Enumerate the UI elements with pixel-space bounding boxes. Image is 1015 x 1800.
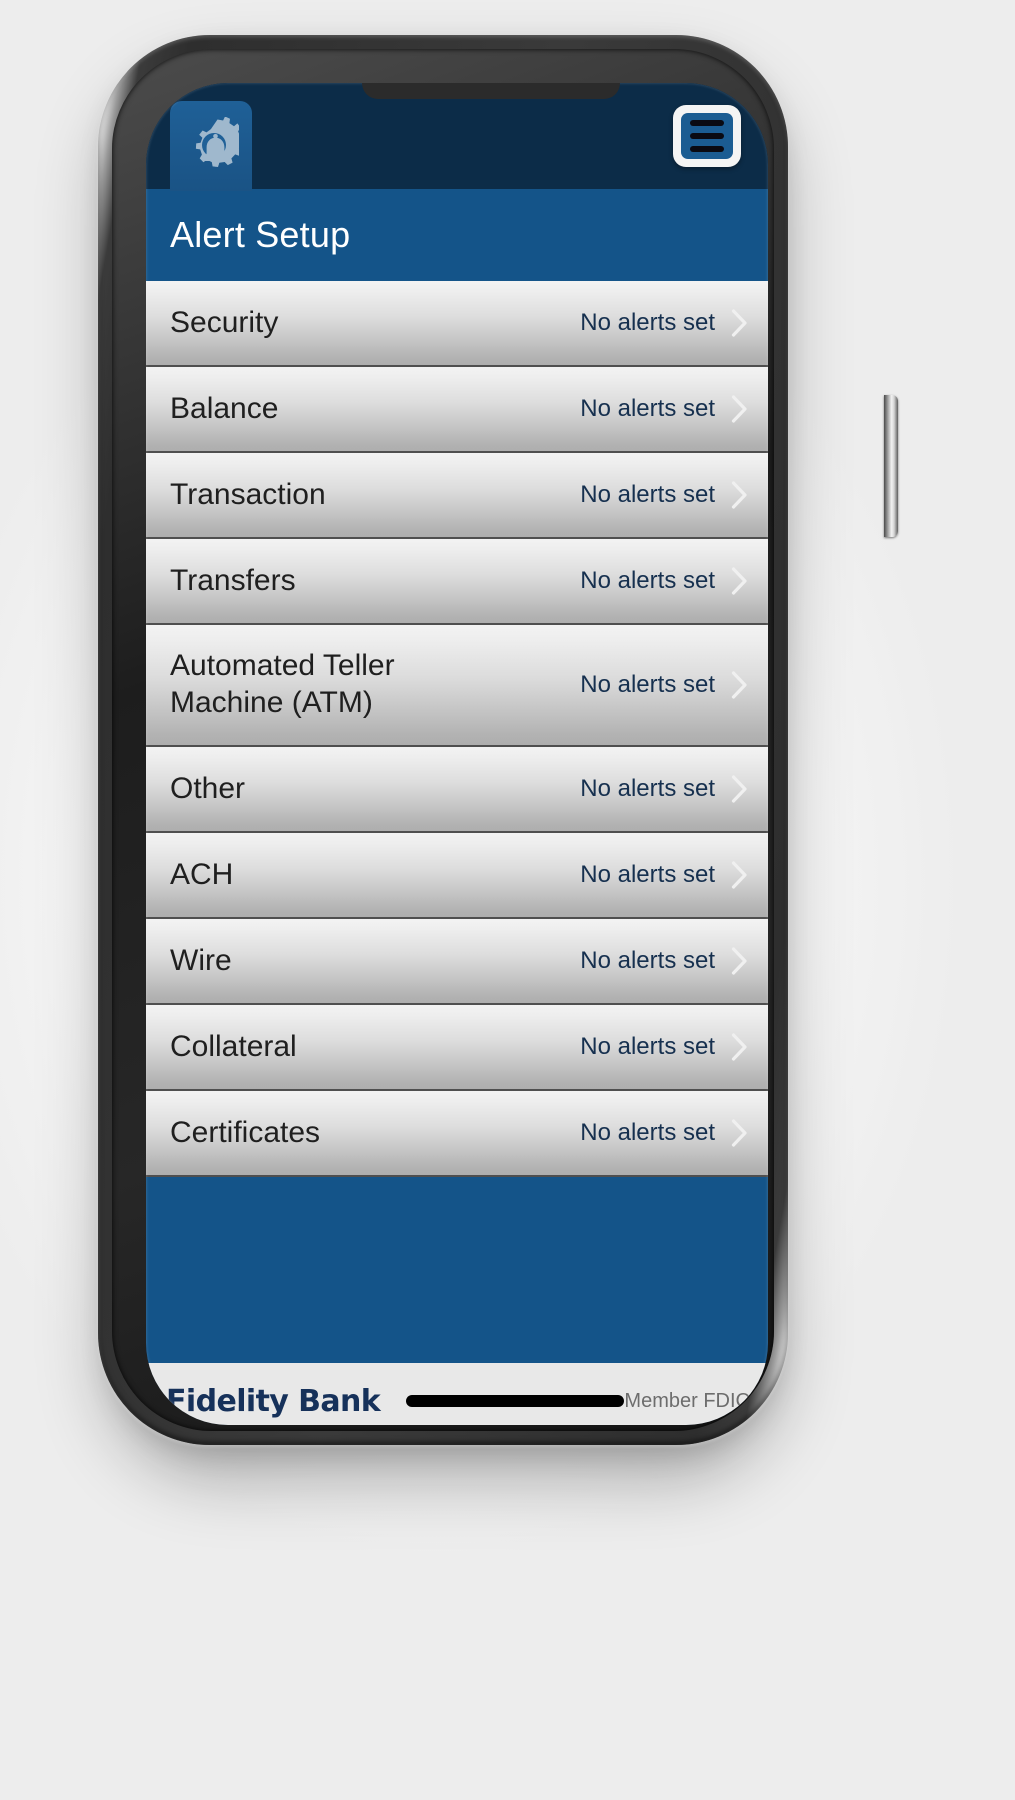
- page-title: Alert Setup: [170, 214, 351, 255]
- chevron-right-icon: [731, 671, 748, 699]
- phone-bezel: Alert Setup Security No alerts set Balance…: [112, 49, 774, 1431]
- alert-row-right: No alerts set: [580, 309, 748, 337]
- alert-row-right: No alerts set: [580, 1119, 748, 1147]
- alert-row-status: No alerts set: [580, 1119, 715, 1146]
- chevron-right-icon: [731, 567, 748, 595]
- chevron-right-icon: [731, 775, 748, 803]
- alert-row-wire[interactable]: Wire No alerts set: [146, 919, 768, 1005]
- menu-bar-1: [690, 120, 724, 126]
- alert-row-label: Certificates: [170, 1115, 321, 1149]
- alert-row-right: No alerts set: [580, 947, 748, 975]
- alert-row-ach[interactable]: ACH No alerts set: [146, 833, 768, 919]
- alert-row-transfers[interactable]: Transfers No alerts set: [146, 539, 768, 625]
- blue-filler-area: [146, 1177, 768, 1363]
- alert-row-status: No alerts set: [580, 671, 715, 698]
- alert-row-automated-teller-machine-atm[interactable]: Automated Teller Machine (ATM) No alerts …: [146, 625, 768, 747]
- alert-row-label: Collateral: [170, 1029, 297, 1063]
- bell-gear-icon: [170, 101, 252, 191]
- alert-row-transaction[interactable]: Transaction No alerts set: [146, 453, 768, 539]
- alert-row-right: No alerts set: [580, 481, 748, 509]
- chevron-right-icon: [731, 1119, 748, 1147]
- power-side-button[interactable]: [884, 395, 898, 537]
- alert-row-collateral[interactable]: Collateral No alerts set: [146, 1005, 768, 1091]
- menu-bar-2: [690, 133, 724, 139]
- member-fdic-text: Member FDIC: [624, 1389, 750, 1412]
- alert-row-label: Wire: [170, 943, 232, 977]
- page-root: Alert Setup Security No alerts set Balance…: [0, 0, 1015, 1800]
- alert-row-status: No alerts set: [580, 775, 715, 802]
- alert-row-status: No alerts set: [580, 481, 715, 508]
- alert-row-certificates[interactable]: Certificates No alerts set: [146, 1091, 768, 1177]
- alert-row-right: No alerts set: [580, 671, 748, 699]
- home-indicator[interactable]: [406, 1395, 625, 1407]
- alert-row-label: Transaction: [170, 477, 326, 511]
- alert-row-label: ACH: [170, 857, 234, 891]
- alert-row-label: Balance: [170, 391, 279, 425]
- alert-row-right: No alerts set: [580, 567, 748, 595]
- alert-row-status: No alerts set: [580, 861, 715, 888]
- alert-row-balance[interactable]: Balance No alerts set: [146, 367, 768, 453]
- notch: [362, 83, 620, 99]
- alert-row-right: No alerts set: [580, 395, 748, 423]
- alert-row-status: No alerts set: [580, 395, 715, 422]
- alert-row-right: No alerts set: [580, 861, 748, 889]
- alert-row-right: No alerts set: [580, 1033, 748, 1061]
- chevron-right-icon: [731, 861, 748, 889]
- chevron-right-icon: [731, 947, 748, 975]
- phone-device-frame: Alert Setup Security No alerts set Balance…: [98, 35, 898, 1445]
- bell-gear-glyph: [195, 117, 239, 167]
- hamburger-menu-button[interactable]: [673, 105, 741, 167]
- hamburger-menu-icon: [681, 113, 733, 159]
- alert-row-label: Security: [170, 305, 279, 339]
- menu-bar-3: [690, 146, 724, 152]
- chevron-right-icon: [731, 309, 748, 337]
- phone-screen: Alert Setup Security No alerts set Balance…: [146, 83, 768, 1425]
- alert-row-status: No alerts set: [580, 947, 715, 974]
- footer-brand-bar: Fidelity Bank Member FDIC: [146, 1363, 768, 1425]
- alert-category-list: Security No alerts set Balance No alerts se…: [146, 281, 768, 1177]
- alert-row-other[interactable]: Other No alerts set: [146, 747, 768, 833]
- chevron-right-icon: [731, 1033, 748, 1061]
- chevron-right-icon: [731, 481, 748, 509]
- alert-row-status: No alerts set: [580, 567, 715, 594]
- alert-row-label: Other: [170, 771, 246, 805]
- page-title-band: Alert Setup: [146, 189, 768, 281]
- alert-row-label: Transfers: [170, 563, 296, 597]
- alert-row-label: Automated Teller Machine (ATM): [170, 649, 395, 719]
- alert-row-status: No alerts set: [580, 309, 715, 336]
- alert-row-security[interactable]: Security No alerts set: [146, 281, 768, 367]
- brand-logo-text: Fidelity Bank: [166, 1383, 381, 1419]
- alert-row-right: No alerts set: [580, 775, 748, 803]
- chevron-right-icon: [731, 395, 748, 423]
- alert-row-status: No alerts set: [580, 1033, 715, 1060]
